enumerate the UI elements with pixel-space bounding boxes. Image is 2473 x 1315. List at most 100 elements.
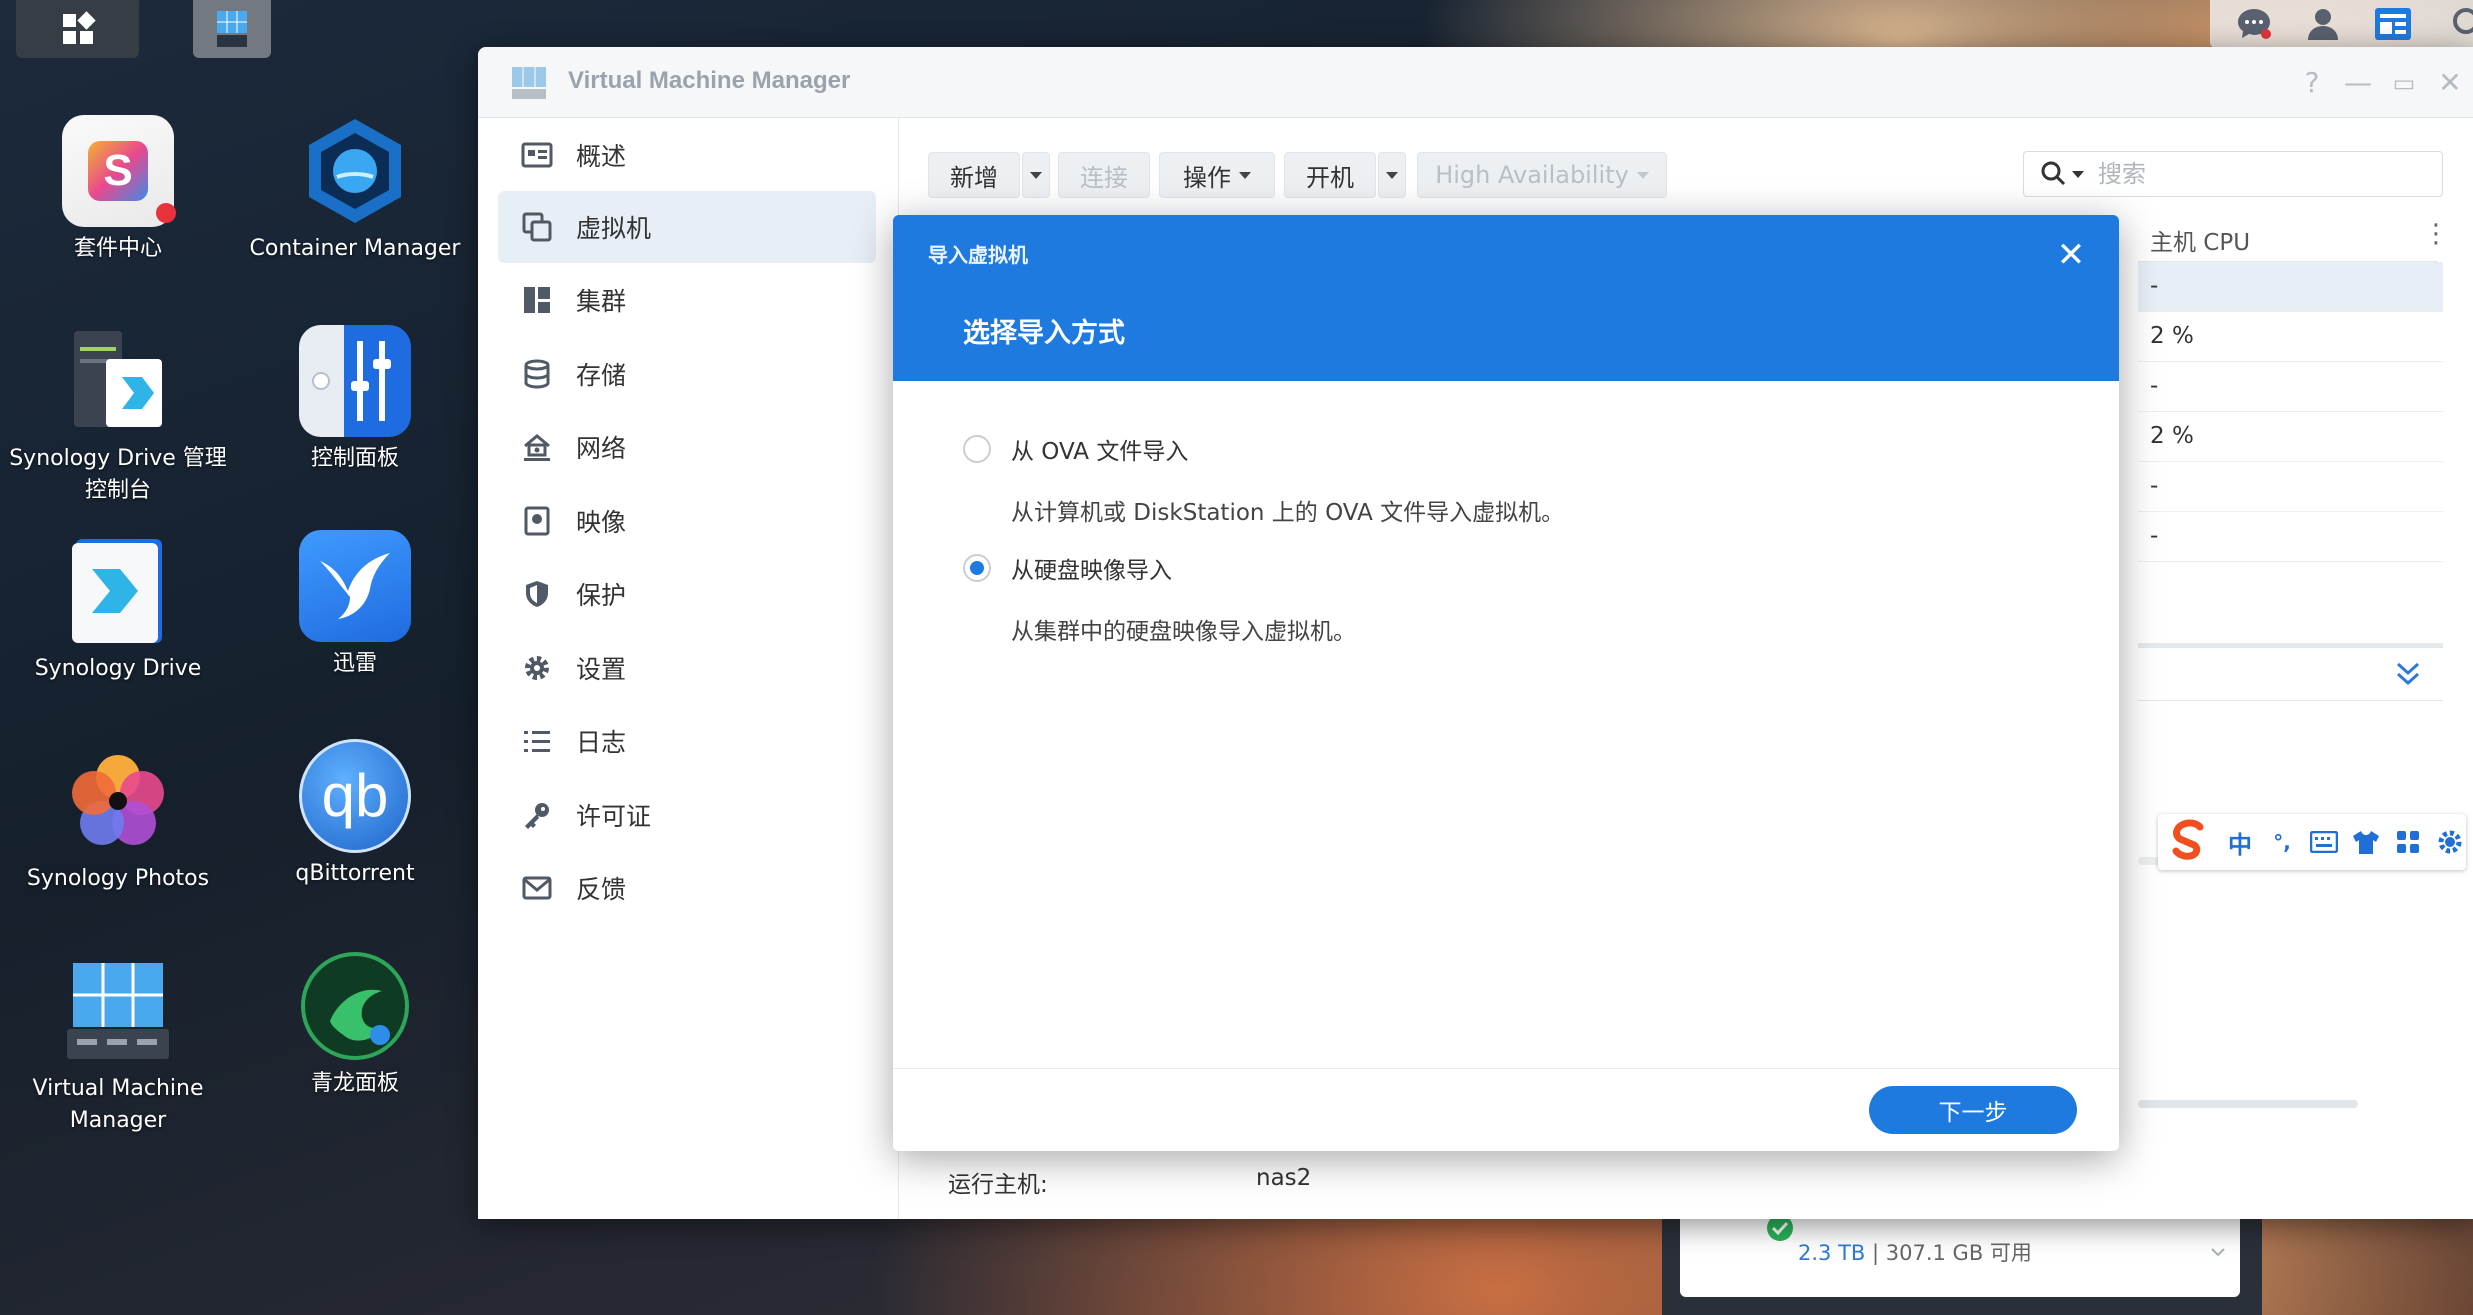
desktop-icon-label: 控制面板 (310, 446, 399, 471)
toolbox-icon[interactable] (2392, 826, 2424, 858)
sidebar-item-network[interactable]: 网络 (498, 411, 876, 483)
sidebar-item-label: 存储 (576, 361, 627, 390)
horizontal-scrollbar[interactable] (2138, 1100, 2358, 1108)
action-menu-button[interactable]: 操作 (1159, 152, 1275, 198)
desktop-icon-control-panel[interactable]: 控制面板 (240, 325, 470, 475)
table-row[interactable]: 2 % (2138, 412, 2443, 462)
column-menu-icon[interactable]: ⋮ (2423, 219, 2449, 249)
sidebar-item-overview[interactable]: 概述 (498, 119, 876, 191)
radio-ova[interactable] (963, 435, 991, 463)
search-input[interactable] (2096, 159, 2400, 189)
next-button[interactable]: 下一步 (1869, 1086, 2077, 1134)
option-label: 从硬盘映像导入 (1011, 558, 1172, 584)
ha-label: High Availability (1435, 161, 1629, 189)
sidebar-item-settings[interactable]: 设置 (498, 632, 876, 704)
desktop-icon-qinglong[interactable]: 青龙面板 (240, 950, 470, 1100)
vmm-app-icon (512, 67, 546, 99)
sidebar-item-label: 设置 (576, 655, 627, 684)
desktop-icon-qbittorrent[interactable]: qb qBittorrent (240, 739, 470, 890)
notification-icon[interactable] (2236, 6, 2272, 42)
grid-icon (62, 11, 96, 44)
overview-icon (520, 138, 554, 172)
sidebar-item-label: 集群 (576, 287, 627, 316)
taskbar-vmm-button[interactable] (193, 0, 271, 58)
minimize-button[interactable]: — (2338, 63, 2378, 103)
host-label: 运行主机: (948, 1172, 1048, 1198)
sidebar-item-log[interactable]: 日志 (498, 705, 876, 777)
desktop-icon-synology-drive-admin[interactable]: Synology Drive 管理控制台 (3, 325, 233, 507)
column-host-cpu[interactable]: 主机 CPU (2150, 223, 2250, 257)
table-row[interactable]: 2 % (2138, 312, 2443, 362)
maximize-button[interactable]: ▭ (2384, 63, 2424, 103)
desktop-icon-xunlei[interactable]: 迅雷 (240, 530, 470, 680)
search-filter-caret[interactable] (2072, 170, 2084, 178)
sidebar-item-cluster[interactable]: 集群 (498, 264, 876, 336)
search-icon (2041, 161, 2066, 186)
sogou-logo-icon[interactable] (2164, 817, 2214, 867)
sidebar: 概述 虚拟机 集群 存储 网络 映像 保护 设置 日志 许可证 反馈 (478, 118, 899, 1219)
connect-button[interactable]: 连接 (1058, 152, 1150, 198)
sidebar-item-protection[interactable]: 保护 (498, 558, 876, 630)
table-header: 主机 CPU ⋮ (2138, 215, 2449, 262)
sidebar-item-feedback[interactable]: 反馈 (498, 852, 876, 924)
ime-punctuation-toggle[interactable]: °, (2266, 826, 2298, 858)
close-button[interactable]: ✕ (2430, 63, 2470, 103)
keyboard-icon[interactable] (2308, 826, 2340, 858)
cluster-icon (520, 283, 554, 317)
power-on-button[interactable]: 开机 (1284, 152, 1376, 198)
option-description: 从集群中的硬盘映像导入虚拟机。 (1011, 619, 1356, 645)
dialog-close-button[interactable]: ✕ (2051, 235, 2091, 275)
desktop-icon-package-center[interactable]: S 套件中心 (3, 115, 233, 265)
main-menu-button[interactable] (16, 0, 139, 58)
widgets-icon[interactable] (2374, 6, 2412, 42)
skin-icon[interactable] (2350, 826, 2382, 858)
desktop-icon-label: Synology Drive 管理控制台 (9, 446, 227, 503)
add-button[interactable]: 新增 (928, 152, 1020, 198)
search-icon[interactable] (2446, 6, 2473, 42)
sidebar-item-storage[interactable]: 存储 (498, 338, 876, 410)
search-box[interactable] (2023, 151, 2443, 197)
vmm-app-icon (217, 11, 247, 47)
sidebar-item-label: 映像 (576, 508, 627, 537)
desktop-icon-label: qBittorrent (295, 861, 415, 886)
power-on-dropdown-button[interactable] (1378, 152, 1406, 198)
host-value: nas2 (1256, 1165, 1312, 1191)
radio-disk-image[interactable] (963, 554, 991, 582)
desktop-icon-label: Synology Photos (26, 866, 210, 891)
table-row[interactable]: - (2138, 512, 2443, 562)
table-row[interactable]: - (2138, 262, 2443, 312)
desktop-icon-label: 青龙面板 (310, 1071, 399, 1096)
storage-free: 307.1 GB 可用 (1885, 1241, 2032, 1265)
desktop-icon-container-manager[interactable]: Container Manager (240, 115, 470, 265)
desktop-icon-label: 迅雷 (332, 651, 377, 676)
sidebar-item-label: 概述 (576, 142, 627, 171)
help-button[interactable]: ? (2292, 63, 2332, 103)
sidebar-item-image[interactable]: 映像 (498, 485, 876, 557)
option-label: 从 OVA 文件导入 (1011, 439, 1189, 465)
sidebar-item-label: 日志 (576, 728, 627, 757)
chevron-down-icon[interactable] (2210, 1247, 2226, 1259)
vmm-icon (62, 955, 174, 1067)
package-center-icon: S (62, 115, 176, 227)
user-icon[interactable] (2306, 6, 2340, 42)
dialog-footer: 下一步 (893, 1068, 2119, 1151)
double-chevron-down-icon[interactable] (2395, 660, 2421, 688)
synology-drive-icon (62, 535, 174, 647)
sidebar-item-vm[interactable]: 虚拟机 (498, 191, 876, 263)
desktop-icon-synology-photos[interactable]: Synology Photos (3, 745, 233, 895)
option-ova-import[interactable]: 从 OVA 文件导入 (963, 432, 1188, 466)
ime-mode-toggle[interactable]: 中 (2224, 826, 2256, 859)
sidebar-item-label: 反馈 (576, 875, 627, 904)
high-availability-button[interactable]: High Availability (1417, 152, 1667, 198)
table-row[interactable]: - (2138, 362, 2443, 412)
option-disk-image-import[interactable]: 从硬盘映像导入 (963, 551, 1172, 585)
sidebar-item-license[interactable]: 许可证 (498, 779, 876, 851)
container-manager-icon (299, 115, 411, 227)
storage-widget: 2.3 TB | 307.1 GB 可用 (1662, 1215, 2262, 1315)
ime-settings-icon[interactable] (2434, 826, 2466, 858)
key-icon (520, 798, 554, 832)
desktop-icon-vmm[interactable]: Virtual Machine Manager (3, 955, 233, 1137)
table-row[interactable]: - (2138, 462, 2443, 512)
desktop-icon-synology-drive[interactable]: Synology Drive (3, 535, 233, 685)
add-dropdown-button[interactable] (1022, 152, 1050, 198)
